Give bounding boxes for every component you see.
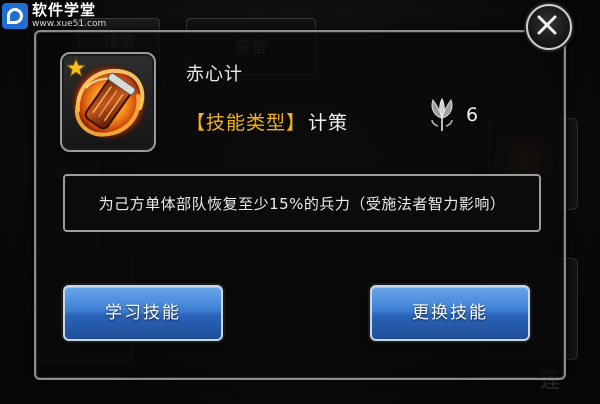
skill-detail-dialog: 赤心计 【技能类型】 计策 6 为己方单体部队恢复至少15%的兵力（受施法者智力影…: [34, 30, 566, 380]
star-icon: [66, 58, 86, 78]
close-button[interactable]: [526, 4, 572, 50]
skill-type-value: 计策: [308, 112, 349, 134]
close-icon: [537, 15, 557, 35]
game-screen: 详情 装备 物 莲 软件学堂 www.xue51.com: [0, 0, 600, 404]
skill-description: 为己方单体部队恢复至少15%的兵力（受施法者智力影响）: [98, 194, 506, 213]
learn-skill-button[interactable]: 学习技能: [63, 285, 223, 341]
watermark: 软件学堂 www.xue51.com: [2, 2, 106, 30]
leaf-flame-icon: [431, 98, 453, 131]
skill-type-line: 【技能类型】 计策: [186, 108, 348, 135]
skill-cost: 6: [428, 98, 478, 132]
watermark-logo: [2, 3, 28, 29]
skill-type-label: 【技能类型】: [186, 112, 307, 134]
watermark-url: www.xue51.com: [32, 19, 107, 29]
skill-icon-frame: [60, 52, 156, 152]
change-skill-button[interactable]: 更换技能: [370, 285, 530, 341]
skill-cost-value: 6: [466, 104, 479, 126]
skill-description-box: 为己方单体部队恢复至少15%的兵力（受施法者智力影响）: [63, 174, 541, 232]
skill-name: 赤心计: [186, 64, 243, 85]
watermark-title: 软件学堂: [32, 1, 97, 19]
